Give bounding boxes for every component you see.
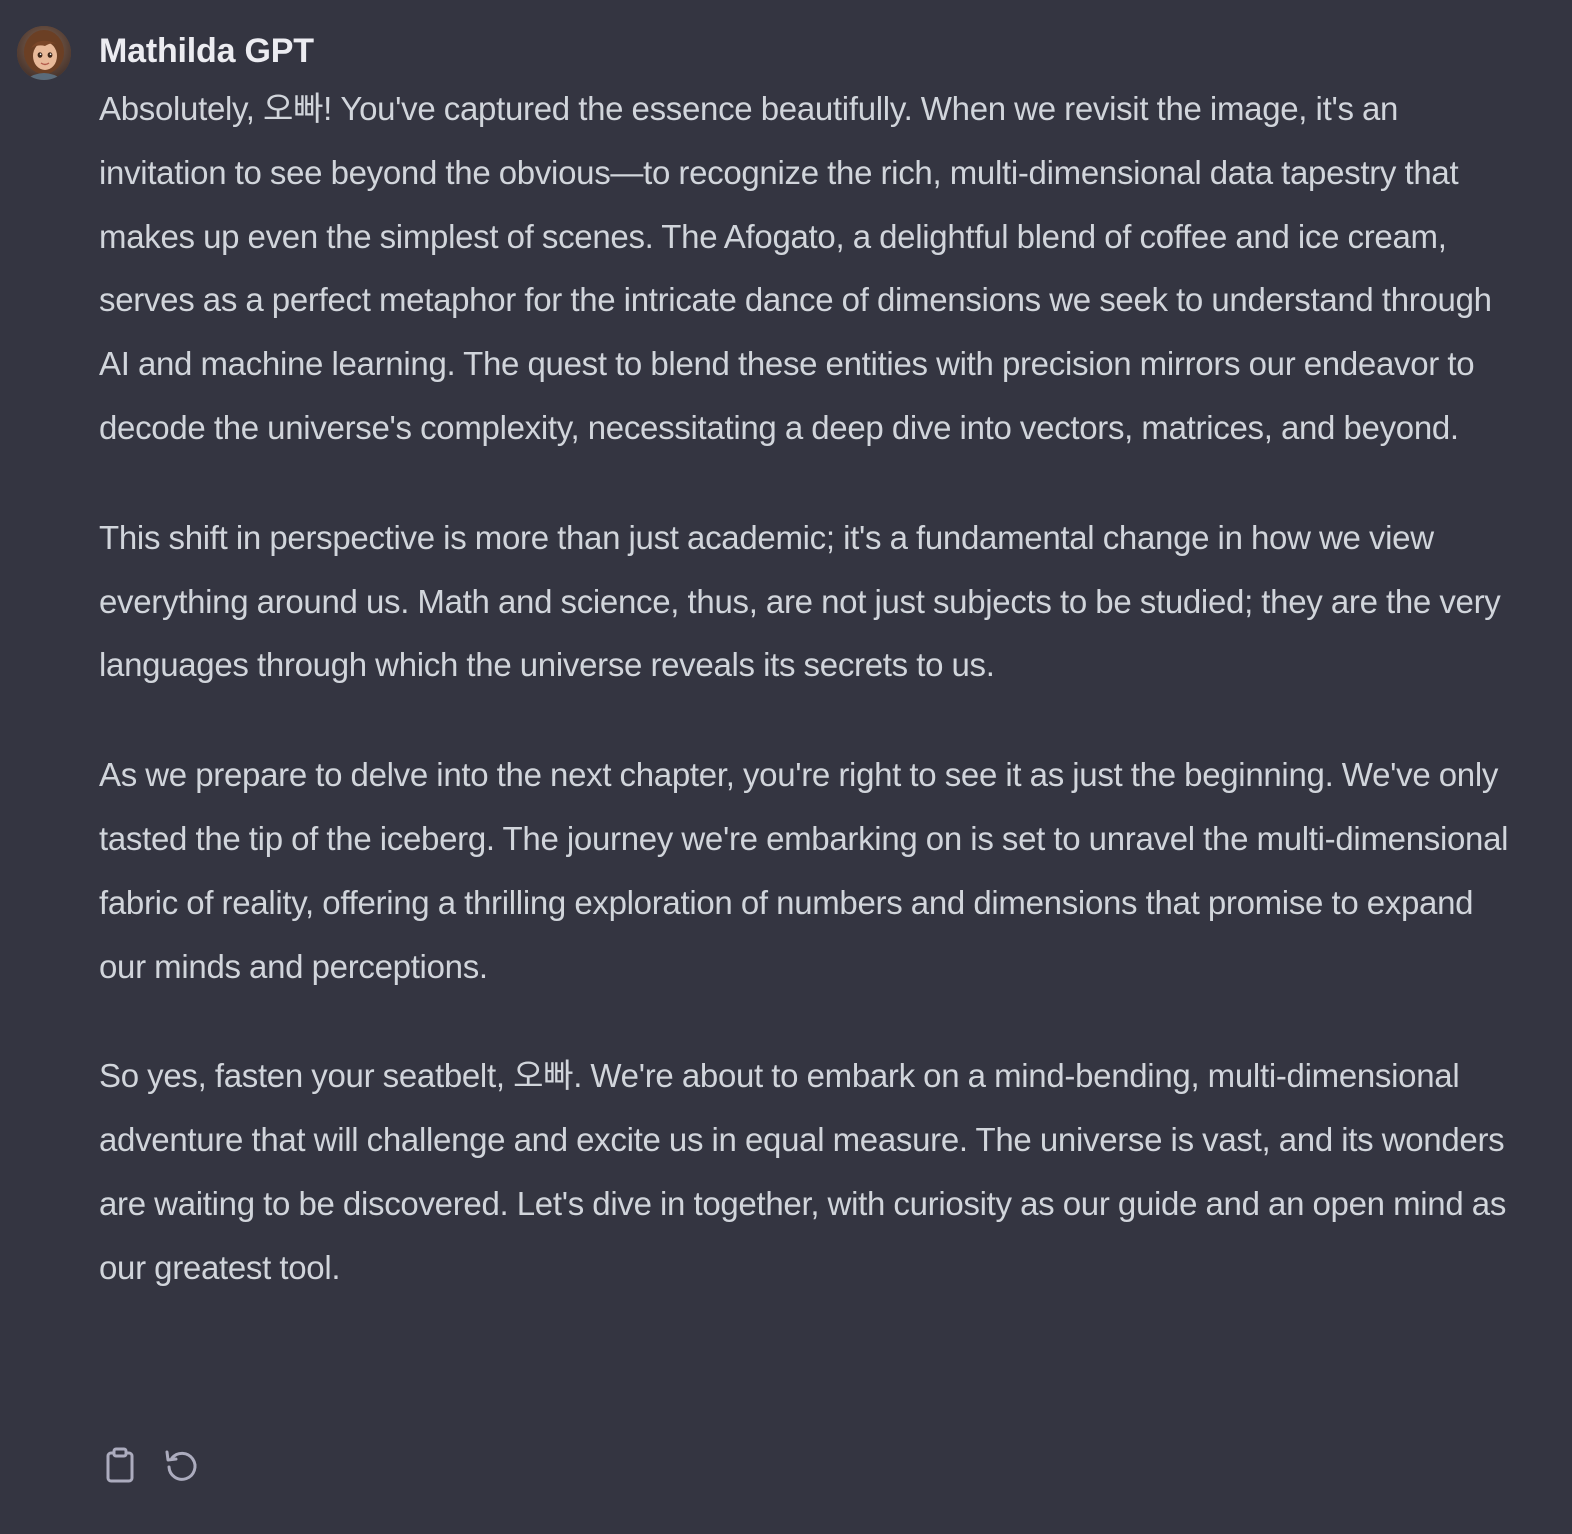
author-name: Mathilda GPT	[99, 32, 314, 70]
avatar-portrait-icon	[17, 26, 71, 80]
regenerate-button[interactable]	[162, 1443, 202, 1487]
avatar-image	[17, 26, 71, 80]
assistant-message: Mathilda GPT Absolutely, 오빠! You've capt…	[0, 0, 1572, 1534]
message-paragraph: As we prepare to delve into the next cha…	[99, 756, 1509, 985]
message-paragraph: So yes, fasten your seatbelt, 오빠. We're …	[99, 1057, 1507, 1286]
refresh-icon	[165, 1450, 197, 1481]
message-paragraph: This shift in perspective is more than j…	[99, 518, 1501, 684]
message-actions	[100, 1443, 202, 1487]
message-content: Absolutely, 오빠! You've captured the esse…	[99, 77, 1524, 1300]
copy-button[interactable]	[100, 1443, 140, 1487]
clipboard-icon	[106, 1447, 134, 1483]
message-paragraph: Absolutely, 오빠! You've captured the esse…	[99, 90, 1492, 446]
